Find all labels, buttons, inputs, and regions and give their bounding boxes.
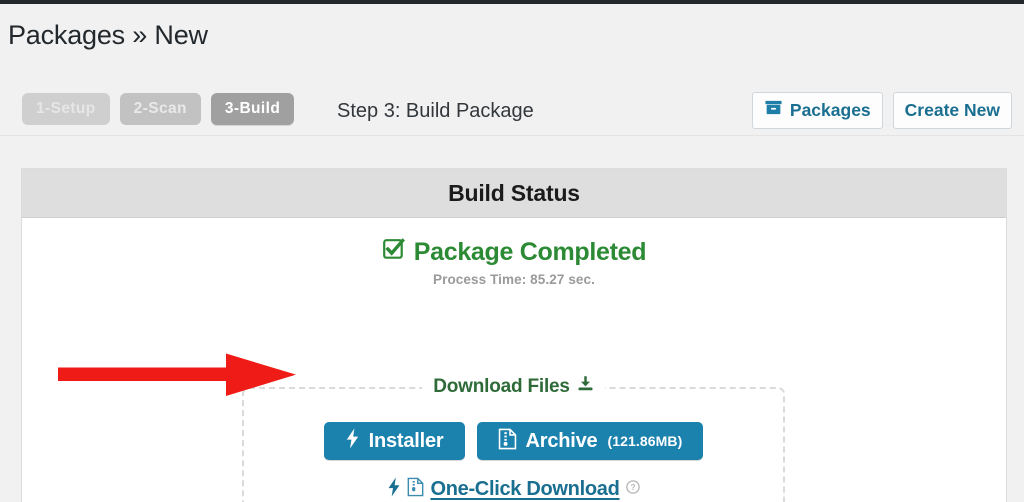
step-list: 1-Setup 2-Scan 3-Build — [22, 93, 294, 125]
status-text: Package Completed — [414, 238, 647, 266]
one-click-download-link[interactable]: One-Click Download — [430, 478, 619, 501]
lightning-bolt-icon — [345, 428, 360, 454]
installer-download-button[interactable]: Installer — [324, 422, 465, 460]
help-circle-icon[interactable]: ? — [626, 480, 640, 499]
archive-download-label: Archive — [526, 430, 598, 453]
download-files-legend-label: Download Files — [433, 376, 570, 398]
status-line: Package Completed — [22, 237, 1006, 266]
zip-file-icon — [407, 477, 424, 502]
panel-header-title: Build Status — [448, 180, 580, 207]
archive-download-button[interactable]: Archive (121.86MB) — [477, 422, 704, 460]
create-new-button[interactable]: Create New — [893, 92, 1012, 129]
download-files-legend: Download Files — [244, 375, 783, 398]
installer-download-label: Installer — [369, 430, 444, 453]
lightning-bolt-icon — [387, 477, 401, 502]
build-status-panel: Build Status Package Completed Process T… — [21, 168, 1007, 502]
step-item-3-build[interactable]: 3-Build — [211, 93, 294, 125]
zip-file-icon — [498, 428, 517, 455]
step-item-1-setup[interactable]: 1-Setup — [22, 93, 110, 125]
checked-box-icon — [382, 237, 406, 266]
archive-box-icon — [764, 98, 783, 122]
create-new-button-label: Create New — [905, 99, 1000, 121]
one-click-download-row: One-Click Download ? — [244, 477, 783, 502]
packages-button-label: Packages — [790, 99, 871, 121]
step-item-2-scan[interactable]: 2-Scan — [120, 93, 201, 125]
admin-bar-strip — [0, 0, 1024, 4]
svg-text:?: ? — [630, 482, 635, 492]
page-title: Packages » New — [8, 17, 208, 53]
download-buttons: Installer Archive (121. — [244, 422, 783, 460]
panel-body: Package Completed Process Time: 85.27 se… — [22, 237, 1006, 502]
process-time: Process Time: 85.27 sec. — [22, 272, 1006, 287]
download-files-area: Download Files — [242, 387, 785, 502]
download-icon — [577, 375, 594, 398]
packages-button[interactable]: Packages — [752, 92, 883, 129]
archive-file-size: (121.86MB) — [607, 433, 682, 449]
top-actions: Packages Create New — [752, 92, 1012, 129]
panel-header: Build Status — [22, 169, 1006, 218]
step-caption: Step 3: Build Package — [337, 98, 534, 124]
